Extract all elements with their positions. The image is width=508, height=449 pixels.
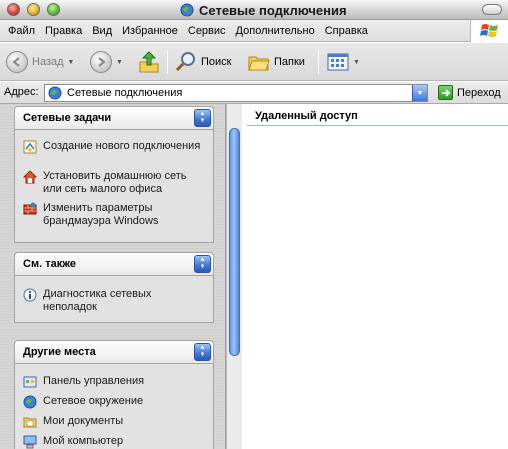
firewall-icon	[23, 202, 37, 215]
collapse-see-also-icon[interactable]: ▲ ▼	[194, 255, 211, 273]
up-folder-button[interactable]	[138, 43, 160, 81]
task-new-connection-label: Создание нового подключения	[43, 140, 201, 152]
my-documents-icon	[23, 417, 37, 428]
windows-flag-icon	[479, 24, 498, 37]
home-network-icon	[23, 170, 37, 184]
menu-tools[interactable]: Сервис	[183, 20, 231, 42]
menu-favorites[interactable]: Избранное	[117, 20, 183, 42]
group-header-divider	[247, 125, 508, 126]
title-bar: Сетевые подключения	[0, 0, 508, 20]
task-diagnose-network[interactable]: Диагностика сетевых неполадок	[23, 288, 208, 314]
other-places-title: Другие места	[23, 346, 96, 358]
back-arrow-icon	[6, 51, 28, 73]
network-tasks-title: Сетевые задачи	[23, 112, 112, 124]
menu-edit[interactable]: Правка	[40, 20, 87, 42]
menu-advanced[interactable]: Дополнительно	[231, 20, 320, 42]
close-window-button[interactable]	[7, 3, 20, 16]
address-value: Сетевые подключения	[67, 87, 183, 99]
task-home-network[interactable]: Установить домашнюю сеть или сеть малого…	[23, 170, 208, 196]
new-connection-icon	[23, 140, 37, 154]
collapse-other-places-icon[interactable]: ▲ ▼	[194, 343, 211, 361]
zoom-window-button[interactable]	[47, 3, 60, 16]
folders-button[interactable]: Папки	[248, 43, 305, 81]
folders-label: Папки	[274, 56, 305, 68]
views-icon	[327, 53, 349, 71]
address-bar: Адрес: Сетевые подключения ▼ Переход	[0, 82, 508, 104]
back-label: Назад	[32, 56, 64, 68]
toolbar-toggle-button[interactable]	[482, 4, 502, 15]
task-diagnose-network-label: Диагностика сетевых неполадок	[43, 288, 152, 313]
search-label: Поиск	[201, 56, 232, 68]
back-dropdown-icon[interactable]: ▼	[68, 59, 75, 66]
content-pane: Удаленный доступ	[243, 104, 508, 449]
my-computer-icon	[23, 435, 37, 449]
forward-arrow-icon	[90, 51, 112, 73]
search-button[interactable]: Поиск	[175, 43, 231, 81]
window-title: Сетевые подключения	[199, 2, 347, 18]
place-control-panel[interactable]: Панель управления	[23, 375, 208, 389]
forward-button[interactable]: ▼	[90, 43, 123, 81]
place-my-computer[interactable]: Мой компьютер	[23, 435, 208, 449]
control-panel-icon	[23, 376, 37, 388]
up-folder-icon	[139, 51, 159, 73]
place-my-documents[interactable]: Мои документы	[23, 415, 208, 429]
scrollbar-thumb[interactable]	[229, 128, 240, 356]
network-connections-icon	[180, 3, 194, 17]
toolbar: Назад ▼ ▼ Поиск Папки ▼	[0, 43, 508, 81]
address-dropdown-icon[interactable]: ▼	[412, 85, 427, 101]
task-pane: Сетевые задачи ▲ ▼ Создание нового подклю…	[0, 104, 226, 449]
task-home-network-label: Установить домашнюю сеть или сеть малого…	[43, 170, 187, 195]
views-dropdown-icon[interactable]: ▼	[353, 59, 360, 66]
views-button[interactable]: ▼	[327, 43, 360, 81]
back-button[interactable]: Назад ▼	[6, 43, 74, 81]
info-icon	[23, 288, 37, 302]
network-connections-icon	[48, 86, 62, 100]
address-field[interactable]: Сетевые подключения ▼	[44, 84, 428, 102]
task-firewall-settings[interactable]: Изменить параметры брандмауэра Windows	[23, 202, 208, 228]
place-my-computer-label: Мой компьютер	[43, 435, 124, 447]
network-tasks-body: Создание нового подключения Установить д…	[14, 129, 214, 243]
go-label: Переход	[457, 86, 501, 99]
address-label: Адрес:	[4, 86, 39, 98]
go-button[interactable]: Переход	[438, 85, 501, 100]
window-title-group: Сетевые подключения	[180, 2, 347, 18]
task-new-connection[interactable]: Создание нового подключения	[23, 140, 208, 154]
network-places-icon	[23, 395, 37, 409]
see-also-header[interactable]: См. также ▲ ▼	[14, 252, 214, 275]
menu-help[interactable]: Справка	[320, 20, 373, 42]
place-network-places[interactable]: Сетевое окружение	[23, 395, 208, 409]
windows-logo	[470, 20, 508, 42]
place-control-panel-label: Панель управления	[43, 375, 145, 387]
other-places-header[interactable]: Другие места ▲ ▼	[14, 340, 214, 363]
forward-dropdown-icon[interactable]: ▼	[116, 59, 123, 66]
go-arrow-icon	[438, 85, 453, 100]
see-also-body: Диагностика сетевых неполадок	[14, 275, 214, 323]
minimize-window-button[interactable]	[27, 3, 40, 16]
place-my-documents-label: Мои документы	[43, 415, 124, 427]
menu-bar: Файл Правка Вид Избранное Сервис Дополни…	[0, 20, 508, 42]
folders-icon	[248, 56, 270, 71]
network-tasks-header[interactable]: Сетевые задачи ▲ ▼	[14, 106, 214, 129]
menu-view[interactable]: Вид	[87, 20, 117, 42]
other-places-body: Панель управления Сетевое окружение Мои …	[14, 363, 214, 449]
search-icon	[175, 52, 195, 72]
menu-file[interactable]: Файл	[3, 20, 40, 42]
task-pane-scrollbar[interactable]	[226, 104, 242, 449]
collapse-network-tasks-icon[interactable]: ▲ ▼	[194, 109, 211, 127]
task-firewall-settings-label: Изменить параметры брандмауэра Windows	[43, 202, 159, 227]
place-network-places-label: Сетевое окружение	[43, 395, 144, 407]
group-header-remote-access: Удаленный доступ	[255, 110, 358, 122]
see-also-title: См. также	[23, 258, 76, 270]
